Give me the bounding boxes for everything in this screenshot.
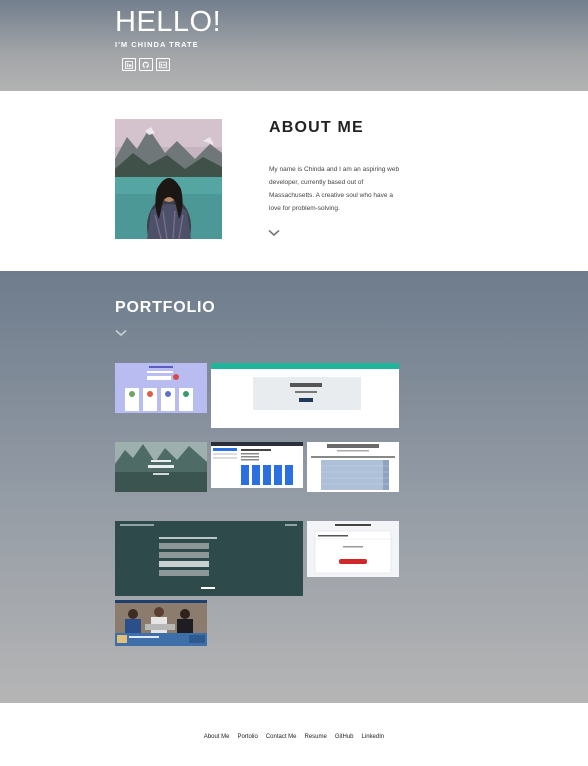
portfolio-title: PORTFOLIO bbox=[115, 299, 216, 316]
github-link[interactable] bbox=[139, 58, 153, 71]
project-preview-image bbox=[211, 363, 399, 428]
project-preview-image bbox=[211, 442, 303, 488]
about-title: ABOUT ME bbox=[269, 119, 364, 136]
project-preview-image bbox=[115, 363, 207, 413]
chevron-down-icon[interactable] bbox=[115, 329, 127, 337]
footer-link-resume[interactable]: Resume bbox=[305, 734, 327, 740]
project-thumbnail[interactable] bbox=[307, 442, 399, 492]
footer-link-about[interactable]: About Me bbox=[204, 734, 230, 740]
hero-subtitle: I'M CHINDA TRATE bbox=[115, 40, 199, 49]
portfolio-section: PORTFOLIO bbox=[0, 271, 588, 703]
resume-icon bbox=[159, 61, 167, 68]
project-thumbnail[interactable] bbox=[115, 363, 207, 413]
profile-photo bbox=[115, 119, 222, 239]
project-thumbnail[interactable] bbox=[115, 521, 303, 596]
project-thumbnail[interactable] bbox=[115, 600, 207, 646]
project-thumbnail[interactable] bbox=[115, 442, 207, 492]
project-preview-image bbox=[115, 442, 207, 492]
project-thumbnail[interactable] bbox=[307, 521, 399, 577]
linkedin-icon bbox=[125, 60, 133, 69]
footer-link-contact[interactable]: Contact Me bbox=[266, 734, 297, 740]
project-preview-image bbox=[307, 442, 399, 492]
about-text: My name is Chinda and I am an aspiring w… bbox=[269, 166, 400, 212]
chevron-down-icon[interactable] bbox=[268, 229, 280, 237]
project-thumbnail[interactable] bbox=[211, 363, 399, 428]
footer-nav: About Me Portolio Contact Me Resume GitH… bbox=[0, 734, 588, 740]
github-icon bbox=[142, 61, 149, 68]
footer-link-github[interactable]: GitHub bbox=[335, 734, 354, 740]
footer: About Me Portolio Contact Me Resume GitH… bbox=[0, 703, 588, 766]
footer-link-portfolio[interactable]: Portolio bbox=[237, 734, 257, 740]
hero-header: HELLO! I'M CHINDA TRATE bbox=[0, 0, 588, 91]
resume-link[interactable] bbox=[156, 58, 170, 71]
project-thumbnail[interactable] bbox=[211, 442, 303, 488]
project-preview-image bbox=[115, 600, 207, 646]
footer-link-linkedin[interactable]: LinkedIn bbox=[362, 734, 385, 740]
project-preview-image bbox=[115, 521, 303, 596]
hero-title: HELLO! bbox=[115, 6, 222, 38]
linkedin-link[interactable] bbox=[122, 58, 136, 71]
project-preview-image bbox=[307, 521, 399, 577]
